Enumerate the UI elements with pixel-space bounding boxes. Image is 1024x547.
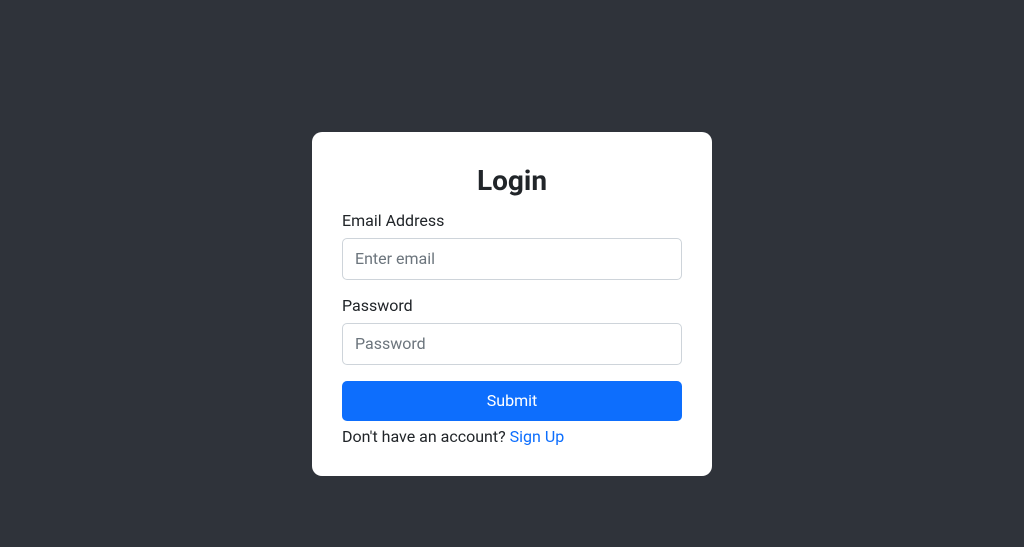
login-title: Login (342, 164, 682, 197)
submit-button[interactable]: Submit (342, 381, 682, 421)
email-form-group: Email Address (342, 211, 682, 280)
password-form-group: Password (342, 296, 682, 365)
email-input[interactable] (342, 238, 682, 280)
login-card: Login Email Address Password Submit Don'… (312, 132, 712, 476)
password-input[interactable] (342, 323, 682, 365)
email-label: Email Address (342, 211, 682, 230)
signup-prompt-row: Don't have an account? Sign Up (342, 427, 682, 446)
signup-link[interactable]: Sign Up (510, 427, 565, 446)
password-label: Password (342, 296, 682, 315)
signup-prompt-text: Don't have an account? (342, 427, 510, 446)
